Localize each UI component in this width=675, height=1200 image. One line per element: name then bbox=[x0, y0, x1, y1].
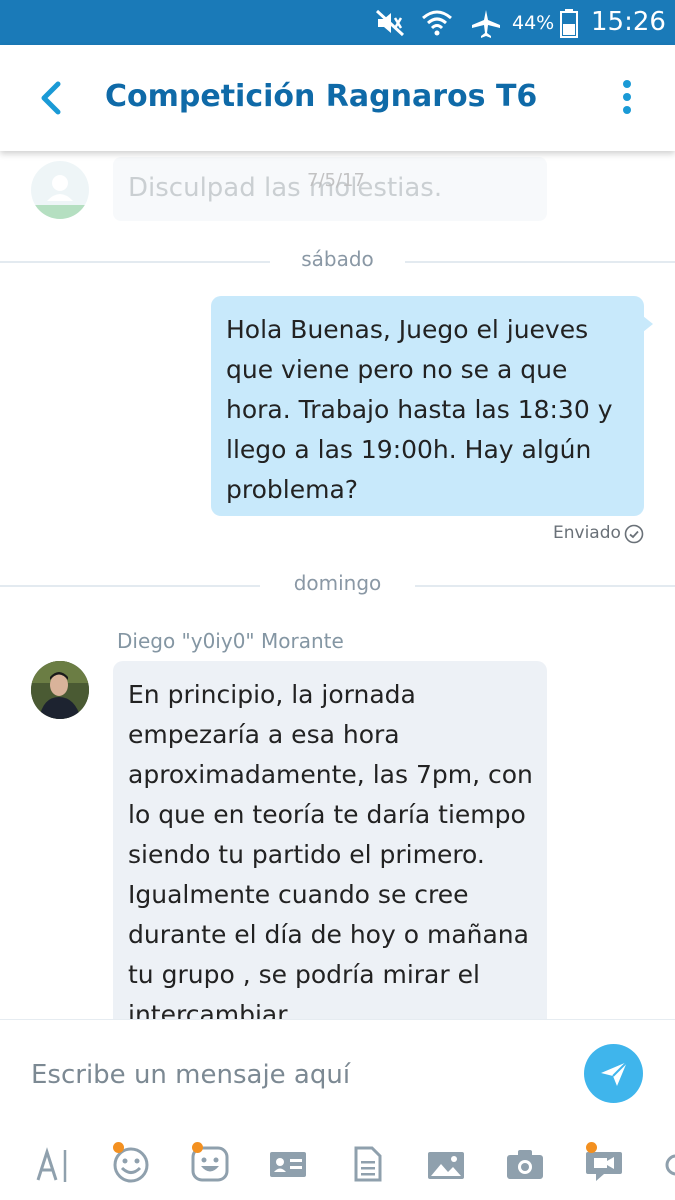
outgoing-message-text: Hola Buenas, Juego el jueves que viene p… bbox=[226, 315, 613, 504]
wifi-icon bbox=[422, 10, 452, 36]
day-separator: domingo bbox=[0, 571, 675, 601]
faded-message-text: Disculpad las molestias. bbox=[128, 173, 443, 203]
avatar[interactable] bbox=[31, 661, 89, 719]
camera-icon[interactable] bbox=[505, 1144, 545, 1184]
chevron-left-icon bbox=[41, 81, 61, 115]
message-list[interactable]: Disculpad las molestias. 7/5/17 sábado H… bbox=[0, 151, 675, 1019]
faded-message-row: Disculpad las molestias. 7/5/17 bbox=[0, 151, 675, 231]
more-vertical-icon bbox=[623, 80, 631, 114]
clock: 15:26 bbox=[591, 7, 666, 37]
conversation-header: Competición Ragnaros T6 bbox=[0, 45, 675, 151]
message-composer: Escribe un mensaje aquí bbox=[0, 1019, 675, 1200]
send-icon bbox=[601, 1061, 628, 1086]
outgoing-message-bubble[interactable]: Hola Buenas, Juego el jueves que viene p… bbox=[211, 296, 653, 516]
airplane-icon bbox=[472, 10, 500, 38]
emoji-badge bbox=[113, 1142, 124, 1153]
video-message-badge bbox=[586, 1142, 597, 1153]
message-status: Enviado bbox=[553, 523, 621, 543]
status-bar: 44% 15:26 bbox=[0, 0, 675, 45]
sender-name: Diego "y0iy0" Morante bbox=[117, 629, 344, 653]
photo-gallery-icon[interactable] bbox=[426, 1144, 466, 1184]
incoming-message-bubble[interactable]: En principio, la jornada empezaría a esa… bbox=[113, 661, 547, 1019]
message-input[interactable]: Escribe un mensaje aquí bbox=[31, 1060, 350, 1090]
mojis-badge bbox=[192, 1142, 203, 1153]
day-separator: sábado bbox=[0, 247, 675, 277]
check-circle-icon bbox=[624, 524, 644, 544]
file-icon[interactable] bbox=[348, 1144, 388, 1184]
more-options-button[interactable] bbox=[612, 78, 642, 118]
contact-card-icon[interactable] bbox=[268, 1144, 308, 1184]
incoming-message-text: En principio, la jornada empezaría a esa… bbox=[128, 680, 533, 1019]
send-button[interactable] bbox=[584, 1044, 643, 1103]
more-tools-icon[interactable] bbox=[662, 1144, 675, 1184]
text-format-icon[interactable] bbox=[33, 1144, 73, 1184]
user-photo bbox=[31, 661, 89, 719]
day-separator-label: sábado bbox=[301, 247, 374, 271]
battery-icon bbox=[560, 9, 578, 38]
page-title[interactable]: Competición Ragnaros T6 bbox=[105, 79, 537, 114]
mute-icon bbox=[375, 9, 405, 37]
default-avatar bbox=[31, 161, 89, 219]
message-date: 7/5/17 bbox=[307, 170, 365, 191]
back-button[interactable] bbox=[34, 78, 74, 118]
battery-percent: 44% bbox=[512, 12, 555, 34]
day-separator-label: domingo bbox=[293, 571, 382, 595]
